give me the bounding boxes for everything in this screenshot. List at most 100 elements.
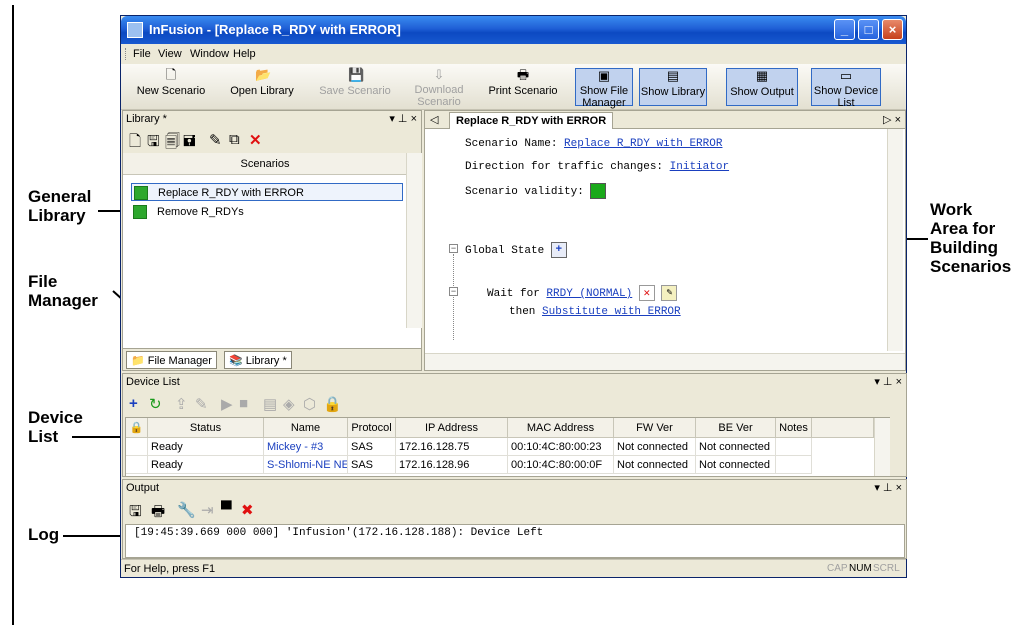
print-scenario-button[interactable]: 🖶 Print Scenario xyxy=(483,68,563,106)
edit-icon[interactable]: ✎ xyxy=(195,395,208,413)
edit-icon[interactable]: ✎ xyxy=(661,285,678,301)
stop-icon[interactable]: ■ xyxy=(239,395,248,412)
work-area: ◁ Replace R_RDY with ERROR ▷ × Scenario … xyxy=(424,110,906,371)
lock-column-header[interactable]: 🔒 xyxy=(126,418,148,438)
work-tab-strip: ◁ Replace R_RDY with ERROR ▷ × xyxy=(425,111,905,129)
close-button[interactable]: × xyxy=(882,19,903,40)
menu-view[interactable]: View xyxy=(158,48,182,60)
delete-icon[interactable]: ✕ xyxy=(249,131,262,149)
scenarios-column-header[interactable]: Scenarios xyxy=(123,153,407,175)
device-scrollbar[interactable] xyxy=(874,418,890,476)
refresh-icon[interactable]: ↻ xyxy=(149,395,162,413)
annotation-text: Device xyxy=(28,408,83,427)
menu-window[interactable]: Window xyxy=(190,48,229,60)
edit-icon[interactable]: ✎ xyxy=(209,131,222,149)
app-icon xyxy=(127,22,143,38)
library-scrollbar[interactable] xyxy=(406,153,422,328)
upload-icon[interactable]: ⇪ xyxy=(175,395,188,413)
device-toolbar: + ↻ ⇪ ✎ ▶ ■ ▤ ◈ ⬡ 🔒 xyxy=(123,392,906,416)
pane-controls[interactable]: ▾ ⊥ × xyxy=(874,480,902,497)
tab-scenario[interactable]: Replace R_RDY with ERROR xyxy=(449,112,614,129)
collapse-icon[interactable]: − xyxy=(449,287,458,296)
export-icon[interactable]: ⇥ xyxy=(201,501,214,519)
clear-log-icon[interactable]: ✖ xyxy=(241,501,254,519)
minimize-button[interactable]: _ xyxy=(834,19,855,40)
status-cell: Ready xyxy=(148,438,264,456)
show-library-button[interactable]: ▤ Show Library xyxy=(639,68,707,106)
library-toolbar: 🗋 🖫 🗐 🖬 ✎ ⧉ ✕ xyxy=(123,128,421,153)
tab-library[interactable]: 📚 Library * xyxy=(224,351,292,369)
tab-scroll-left-icon[interactable]: ◁ xyxy=(430,113,438,126)
direction-link[interactable]: Initiator xyxy=(670,161,729,173)
menu-file[interactable]: File xyxy=(133,48,151,60)
open-folder-icon: 📂 xyxy=(255,67,272,82)
printer-icon[interactable]: 🖶 xyxy=(151,501,165,526)
add-state-icon[interactable]: + xyxy=(550,242,567,258)
log-output[interactable]: [19:45:39.669 000 000] 'Infusion'(172.16… xyxy=(125,524,905,558)
scenario-valid-icon xyxy=(133,205,147,219)
pane-title: Device List xyxy=(126,376,180,388)
wrench-icon[interactable]: 🔧 xyxy=(177,501,196,519)
button-label: Open Library xyxy=(230,85,294,97)
column-header[interactable]: MAC Address xyxy=(508,418,614,438)
validity-line: Scenario validity: xyxy=(465,183,607,199)
save-scenario-button[interactable]: 💾 Save Scenario xyxy=(314,68,396,106)
lock-icon[interactable]: 🔒 xyxy=(323,395,342,413)
show-device-list-button[interactable]: ▭ Show Device List xyxy=(811,68,881,109)
work-horizontal-scrollbar[interactable] xyxy=(425,353,905,370)
scenario-item[interactable]: Replace R_RDY with ERROR xyxy=(131,183,403,201)
properties-icon[interactable]: ▤ xyxy=(263,395,277,413)
collapse-icon[interactable]: − xyxy=(449,244,458,253)
output-icon: ▦ xyxy=(755,68,769,83)
row-checkbox[interactable] xyxy=(126,438,148,456)
column-header[interactable]: Notes xyxy=(776,418,812,438)
column-header[interactable]: Protocol xyxy=(348,418,396,438)
delete-icon[interactable]: ✕ xyxy=(638,285,655,301)
open-library-button[interactable]: 📂 Open Library xyxy=(222,68,302,106)
download-icon: ⇩ xyxy=(433,67,445,82)
printer-icon: 🖶 xyxy=(516,67,530,82)
save-icon[interactable]: 🖫 xyxy=(129,501,142,526)
field-label: Scenario validity: xyxy=(465,185,591,198)
tab-file-manager[interactable]: 📁 File Manager xyxy=(126,351,217,369)
wait-condition-link[interactable]: RRDY (NORMAL) xyxy=(546,288,632,300)
pane-controls[interactable]: ▾ ⊥ × xyxy=(874,374,902,391)
button-label: Show File xyxy=(579,85,629,97)
output-header: Output ▾ ⊥ × xyxy=(123,480,906,497)
device-list-icon: ▭ xyxy=(839,68,853,83)
clear-icon[interactable]: ⬡ xyxy=(303,395,316,413)
scenario-name-line: Scenario Name: Replace R_RDY with ERROR xyxy=(465,138,722,150)
column-header[interactable]: Name xyxy=(264,418,348,438)
maximize-button[interactable]: □ xyxy=(858,19,879,40)
action-link[interactable]: Substitute with ERROR xyxy=(542,306,681,318)
column-header[interactable]: FW Ver xyxy=(614,418,696,438)
scenario-item[interactable]: Remove R_RDYs xyxy=(131,203,403,221)
download-scenario-button[interactable]: ⇩ Download Scenario xyxy=(409,67,469,109)
name-cell: Mickey - #3 xyxy=(264,438,348,456)
button-label: Show Device xyxy=(813,85,879,97)
protocol-cell: SAS xyxy=(348,456,396,474)
tag-icon[interactable]: ◈ xyxy=(283,395,295,413)
pane-controls[interactable]: ▾ ⊥ × xyxy=(389,111,417,128)
annotation-file-manager: File Manager xyxy=(28,272,98,310)
annotation-text: Area for xyxy=(930,219,996,238)
row-checkbox[interactable] xyxy=(126,456,148,474)
scenario-name-link[interactable]: Replace R_RDY with ERROR xyxy=(564,138,722,150)
column-header[interactable]: Status xyxy=(148,418,264,438)
menu-help[interactable]: Help xyxy=(233,48,256,60)
show-output-button[interactable]: ▦ Show Output xyxy=(726,68,798,106)
window-icon[interactable]: ▀ xyxy=(221,501,232,518)
add-device-icon[interactable]: + xyxy=(129,395,138,412)
title-bar[interactable]: InFusion - [Replace R_RDY with ERROR] _ … xyxy=(121,16,906,44)
copy-icon[interactable]: ⧉ xyxy=(229,131,240,148)
show-file-manager-button[interactable]: ▣ Show File Manager xyxy=(575,68,633,109)
work-scrollbar[interactable] xyxy=(887,129,903,351)
annotation-text: Scenarios xyxy=(930,257,1012,276)
status-cell: Ready xyxy=(148,456,264,474)
tree-connector xyxy=(453,254,454,340)
tab-controls[interactable]: ▷ × xyxy=(883,113,901,126)
play-icon[interactable]: ▶ xyxy=(221,395,233,413)
new-scenario-button[interactable]: 🗋 New Scenario xyxy=(131,68,211,106)
column-header[interactable]: IP Address xyxy=(396,418,508,438)
column-header[interactable]: BE Ver xyxy=(696,418,776,438)
